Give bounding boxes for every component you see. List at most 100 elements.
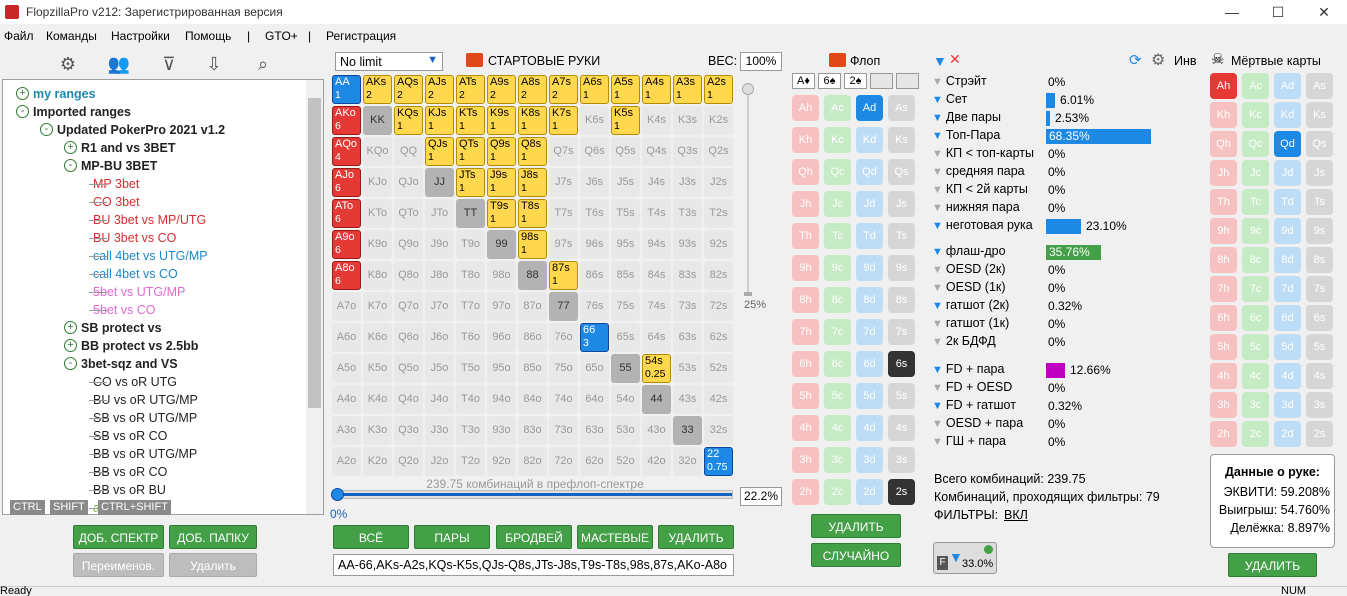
hand-cell-82o[interactable]: 82o	[518, 447, 547, 476]
stat-filter-icon[interactable]: ▼	[932, 382, 943, 394]
hand-cell-K8s[interactable]: K8s 1	[518, 106, 547, 135]
tree-item[interactable]: Imported ranges	[33, 103, 131, 121]
menu-item[interactable]: Регистрация	[326, 29, 396, 43]
close-button[interactable]: ✕	[1301, 0, 1347, 24]
card-7d[interactable]: 7d	[1274, 276, 1301, 302]
hand-cell-53o[interactable]: 53o	[611, 416, 640, 445]
hand-cell-Q6o[interactable]: Q6o	[394, 323, 423, 352]
expand-icon[interactable]: +	[16, 87, 29, 100]
card-Ah[interactable]: Ah	[1210, 73, 1237, 99]
hand-cell-97s[interactable]: 97s	[549, 230, 578, 259]
card-6d[interactable]: 6d	[1274, 305, 1301, 331]
import-icon[interactable]: ⇩	[201, 53, 227, 75]
card-6s[interactable]: 6s	[888, 351, 915, 377]
hand-cell-J9s[interactable]: J9s 1	[487, 168, 516, 197]
stat-filter-icon[interactable]: ▼	[932, 130, 943, 142]
tree-item[interactable]: BB protect vs 2.5bb	[81, 337, 198, 355]
hand-cell-95s[interactable]: 95s	[611, 230, 640, 259]
filters-toggle[interactable]: ВКЛ	[1004, 508, 1028, 522]
card-Qs[interactable]: Qs	[888, 159, 915, 185]
hand-cell-43s[interactable]: 43s	[673, 385, 702, 414]
filter-add-icon[interactable]: ⊽	[156, 53, 182, 75]
card-6h[interactable]: 6h	[1210, 305, 1237, 331]
hand-cell-65s[interactable]: 65s	[611, 323, 640, 352]
hand-cell-A7s[interactable]: A7s 2	[549, 75, 578, 104]
hand-cell-93o[interactable]: 93o	[487, 416, 516, 445]
hand-cell-T3s[interactable]: T3s	[673, 199, 702, 228]
hand-cell-T6s[interactable]: T6s	[580, 199, 609, 228]
hand-cell-72o[interactable]: 72o	[549, 447, 578, 476]
stat-filter-icon[interactable]: ▼	[932, 300, 943, 312]
hand-cell-52o[interactable]: 52o	[611, 447, 640, 476]
card-Kc[interactable]: Kc	[1242, 102, 1269, 128]
card-Kh[interactable]: Kh	[792, 127, 819, 153]
stat-row[interactable]: ▼ нижняя пара	[932, 200, 1020, 217]
card-6c[interactable]: 6c	[1242, 305, 1269, 331]
suited-button[interactable]: МАСТЕВЫЕ	[577, 525, 653, 549]
stat-row[interactable]: ▼ Топ-Пара	[932, 128, 1000, 145]
hand-cell-J8o[interactable]: J8o	[425, 261, 454, 290]
stat-row[interactable]: ▼ КП < 2й карты	[932, 182, 1028, 199]
stat-row[interactable]: ▼ FD + гатшот	[932, 398, 1016, 415]
card-Qd[interactable]: Qd	[856, 159, 883, 185]
collapse-icon[interactable]: -	[64, 357, 77, 370]
hand-cell-65o[interactable]: 65o	[580, 354, 609, 383]
hand-cell-63s[interactable]: 63s	[673, 323, 702, 352]
hand-cell-66[interactable]: 66 3	[580, 323, 609, 352]
hand-cell-J7s[interactable]: J7s	[549, 168, 578, 197]
card-Jd[interactable]: Jd	[856, 191, 883, 217]
expand-icon[interactable]: +	[64, 141, 77, 154]
hand-cell-QTs[interactable]: QTs 1	[456, 137, 485, 166]
hand-cell-62s[interactable]: 62s	[704, 323, 733, 352]
card-9h[interactable]: 9h	[792, 255, 819, 281]
card-2h[interactable]: 2h	[792, 479, 819, 505]
hand-cell-T4s[interactable]: T4s	[642, 199, 671, 228]
card-2s[interactable]: 2s	[1306, 421, 1333, 447]
card-5c[interactable]: 5c	[1242, 334, 1269, 360]
card-2c[interactable]: 2c	[1242, 421, 1269, 447]
hand-cell-J3s[interactable]: J3s	[673, 168, 702, 197]
tree-item[interactable]: SB protect vs	[81, 319, 162, 337]
hand-cell-T6o[interactable]: T6o	[456, 323, 485, 352]
hand-cell-KJs[interactable]: KJs 1	[425, 106, 454, 135]
hand-cell-84o[interactable]: 84o	[518, 385, 547, 414]
hand-cell-88[interactable]: 88	[518, 261, 547, 290]
card-4h[interactable]: 4h	[1210, 363, 1237, 389]
card-2h[interactable]: 2h	[1210, 421, 1237, 447]
combo-slider-handle[interactable]	[331, 488, 344, 501]
hand-cell-J3o[interactable]: J3o	[425, 416, 454, 445]
hand-cell-Q4o[interactable]: Q4o	[394, 385, 423, 414]
hand-cell-T8o[interactable]: T8o	[456, 261, 485, 290]
settings-icon[interactable]: ⚙	[1151, 50, 1165, 70]
all-button[interactable]: ВСЁ	[333, 525, 409, 549]
card-Ks[interactable]: Ks	[1306, 102, 1333, 128]
flop-slot[interactable]: 2♠	[844, 73, 867, 89]
hand-cell-K3s[interactable]: K3s	[673, 106, 702, 135]
hand-cell-QQ[interactable]: QQ	[394, 137, 423, 166]
stat-row[interactable]: ▼ FD + OESD	[932, 380, 1012, 397]
hand-cell-Q3o[interactable]: Q3o	[394, 416, 423, 445]
hand-cell-QJo[interactable]: QJo	[394, 168, 423, 197]
stat-row[interactable]: ▼ Сет	[932, 92, 967, 109]
hand-cell-QTo[interactable]: QTo	[394, 199, 423, 228]
hand-cell-K4s[interactable]: K4s	[642, 106, 671, 135]
stat-filter-icon[interactable]: ▼	[932, 202, 943, 214]
card-5c[interactable]: 5c	[824, 383, 851, 409]
card-Kd[interactable]: Kd	[856, 127, 883, 153]
card-Qs[interactable]: Qs	[1306, 131, 1333, 157]
tree-item[interactable]: 3bet-sqz and VS	[81, 355, 178, 373]
stat-row[interactable]: ▼ Две пары	[932, 110, 1001, 127]
stat-filter-icon[interactable]: ▼	[932, 264, 943, 276]
hand-cell-A7o[interactable]: A7o	[332, 292, 361, 321]
hand-cell-K9o[interactable]: K9o	[363, 230, 392, 259]
card-Th[interactable]: Th	[1210, 189, 1237, 215]
hand-cell-J6o[interactable]: J6o	[425, 323, 454, 352]
hand-cell-T7s[interactable]: T7s	[549, 199, 578, 228]
stat-filter-icon[interactable]: ▼	[932, 282, 943, 294]
stat-filter-icon[interactable]: ▼	[932, 418, 943, 430]
card-9c[interactable]: 9c	[1242, 218, 1269, 244]
hand-cell-JJ[interactable]: JJ	[425, 168, 454, 197]
card-2c[interactable]: 2c	[824, 479, 851, 505]
hand-cell-AJo[interactable]: AJo 6	[332, 168, 361, 197]
hand-cell-A9o[interactable]: A9o 6	[332, 230, 361, 259]
